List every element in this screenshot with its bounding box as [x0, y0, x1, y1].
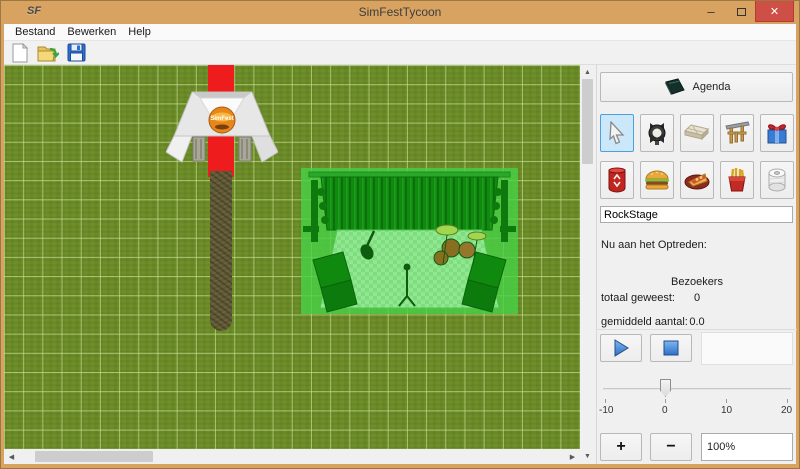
- entrance-tent[interactable]: SimFest: [166, 86, 278, 166]
- horizontal-scrollbar[interactable]: ◀ ▶: [4, 449, 580, 464]
- tent-speaker-right: [239, 137, 251, 161]
- menu-help[interactable]: Help: [122, 25, 157, 39]
- scroll-up-arrow[interactable]: ▲: [580, 65, 595, 80]
- menu-bestand[interactable]: Bestand: [9, 25, 61, 39]
- tool-stage-platform-button[interactable]: [680, 114, 714, 152]
- open-file-button[interactable]: [36, 42, 60, 64]
- play-icon: [612, 339, 630, 357]
- stop-icon: [663, 340, 679, 356]
- app-window: SF SimFestTycoon – ✕ Bestand Bewerken He…: [0, 0, 800, 469]
- tent-speaker-left: [193, 137, 205, 161]
- cursor-icon: [607, 121, 627, 145]
- zoom-in-button[interactable]: +: [600, 433, 642, 461]
- agenda-book-icon: [663, 78, 685, 96]
- close-button[interactable]: ✕: [755, 1, 794, 22]
- simfest-logo: SimFest: [209, 107, 235, 133]
- tool-gift-button[interactable]: [760, 114, 794, 152]
- zoom-level-display: 100%: [701, 433, 793, 461]
- scroll-left-arrow[interactable]: ◀: [4, 449, 19, 464]
- new-file-button[interactable]: [8, 42, 32, 64]
- tool-toilet-paper-button[interactable]: [760, 161, 794, 199]
- speed-slider[interactable]: -10 0 10 20: [597, 375, 797, 420]
- stage-platform-icon: [684, 123, 710, 143]
- zoom-out-button[interactable]: −: [650, 433, 692, 461]
- titlebar: SF SimFestTycoon – ✕: [1, 1, 799, 24]
- scroll-right-arrow[interactable]: ▶: [565, 449, 580, 464]
- slider-track[interactable]: [603, 388, 791, 390]
- agenda-label: Agenda: [693, 81, 731, 93]
- agenda-button[interactable]: Agenda: [600, 72, 793, 102]
- svg-text:SimFest: SimFest: [210, 116, 233, 122]
- now-performing-label: Nu aan het Optreden:: [601, 239, 707, 251]
- average-visitors-value: 0.0: [652, 316, 742, 328]
- save-file-button[interactable]: [64, 42, 88, 64]
- play-button[interactable]: [600, 334, 642, 362]
- menu-bewerken[interactable]: Bewerken: [61, 25, 122, 39]
- minimize-button[interactable]: –: [697, 1, 725, 22]
- tool-entrance-gate-button[interactable]: [720, 114, 754, 152]
- stage-name-input[interactable]: [600, 206, 793, 223]
- visitors-header: Bezoekers: [652, 276, 742, 288]
- slider-label-min: -10: [599, 405, 613, 416]
- entrance-gate-icon: [724, 120, 750, 146]
- spotlight-icon: [644, 120, 670, 146]
- tool-hamburger-button[interactable]: [640, 161, 674, 199]
- stop-button[interactable]: [650, 334, 692, 362]
- now-playing-display: [701, 332, 793, 365]
- horizontal-scroll-thumb[interactable]: [35, 451, 153, 462]
- control-sidebar: Agenda: [596, 65, 796, 464]
- tool-fries-button[interactable]: [720, 161, 754, 199]
- hamburger-icon: [644, 168, 670, 192]
- menu-bar: Bestand Bewerken Help: [4, 24, 796, 41]
- open-file-icon: [37, 43, 59, 63]
- gift-icon: [764, 120, 790, 146]
- maximize-icon: [737, 8, 746, 16]
- festival-grounds-canvas[interactable]: SimFest: [4, 65, 580, 449]
- vertical-scroll-thumb[interactable]: [582, 79, 593, 164]
- client-area: Bestand Bewerken Help: [4, 24, 796, 464]
- scroll-down-arrow[interactable]: ▼: [580, 449, 595, 464]
- vertical-scrollbar[interactable]: ▲ ▼: [580, 65, 595, 464]
- transport-section: [597, 329, 797, 371]
- stage-placement-preview[interactable]: [301, 168, 518, 314]
- save-file-icon: [67, 43, 86, 62]
- slider-label-zero: 0: [662, 405, 668, 416]
- slider-thumb[interactable]: [660, 379, 671, 397]
- tool-pizza-button[interactable]: [680, 161, 714, 199]
- new-file-icon: [11, 43, 29, 63]
- slider-label-max: 20: [781, 405, 792, 416]
- fries-icon: [726, 167, 748, 193]
- trash-can-icon: [606, 167, 628, 193]
- tool-spotlight-button[interactable]: [640, 114, 674, 152]
- window-title: SimFestTycoon: [1, 5, 799, 19]
- pizza-icon: [684, 169, 710, 191]
- tool-trash-can-button[interactable]: [600, 161, 634, 199]
- slider-label-ten: 10: [721, 405, 732, 416]
- maximize-button[interactable]: [727, 1, 755, 22]
- tool-cursor-button[interactable]: [600, 114, 634, 152]
- map-area: SimFest: [4, 65, 595, 464]
- toilet-paper-icon: [765, 167, 789, 193]
- dirt-path[interactable]: [210, 171, 232, 331]
- toolbar: [4, 41, 796, 65]
- total-visitors-value: 0: [652, 292, 742, 304]
